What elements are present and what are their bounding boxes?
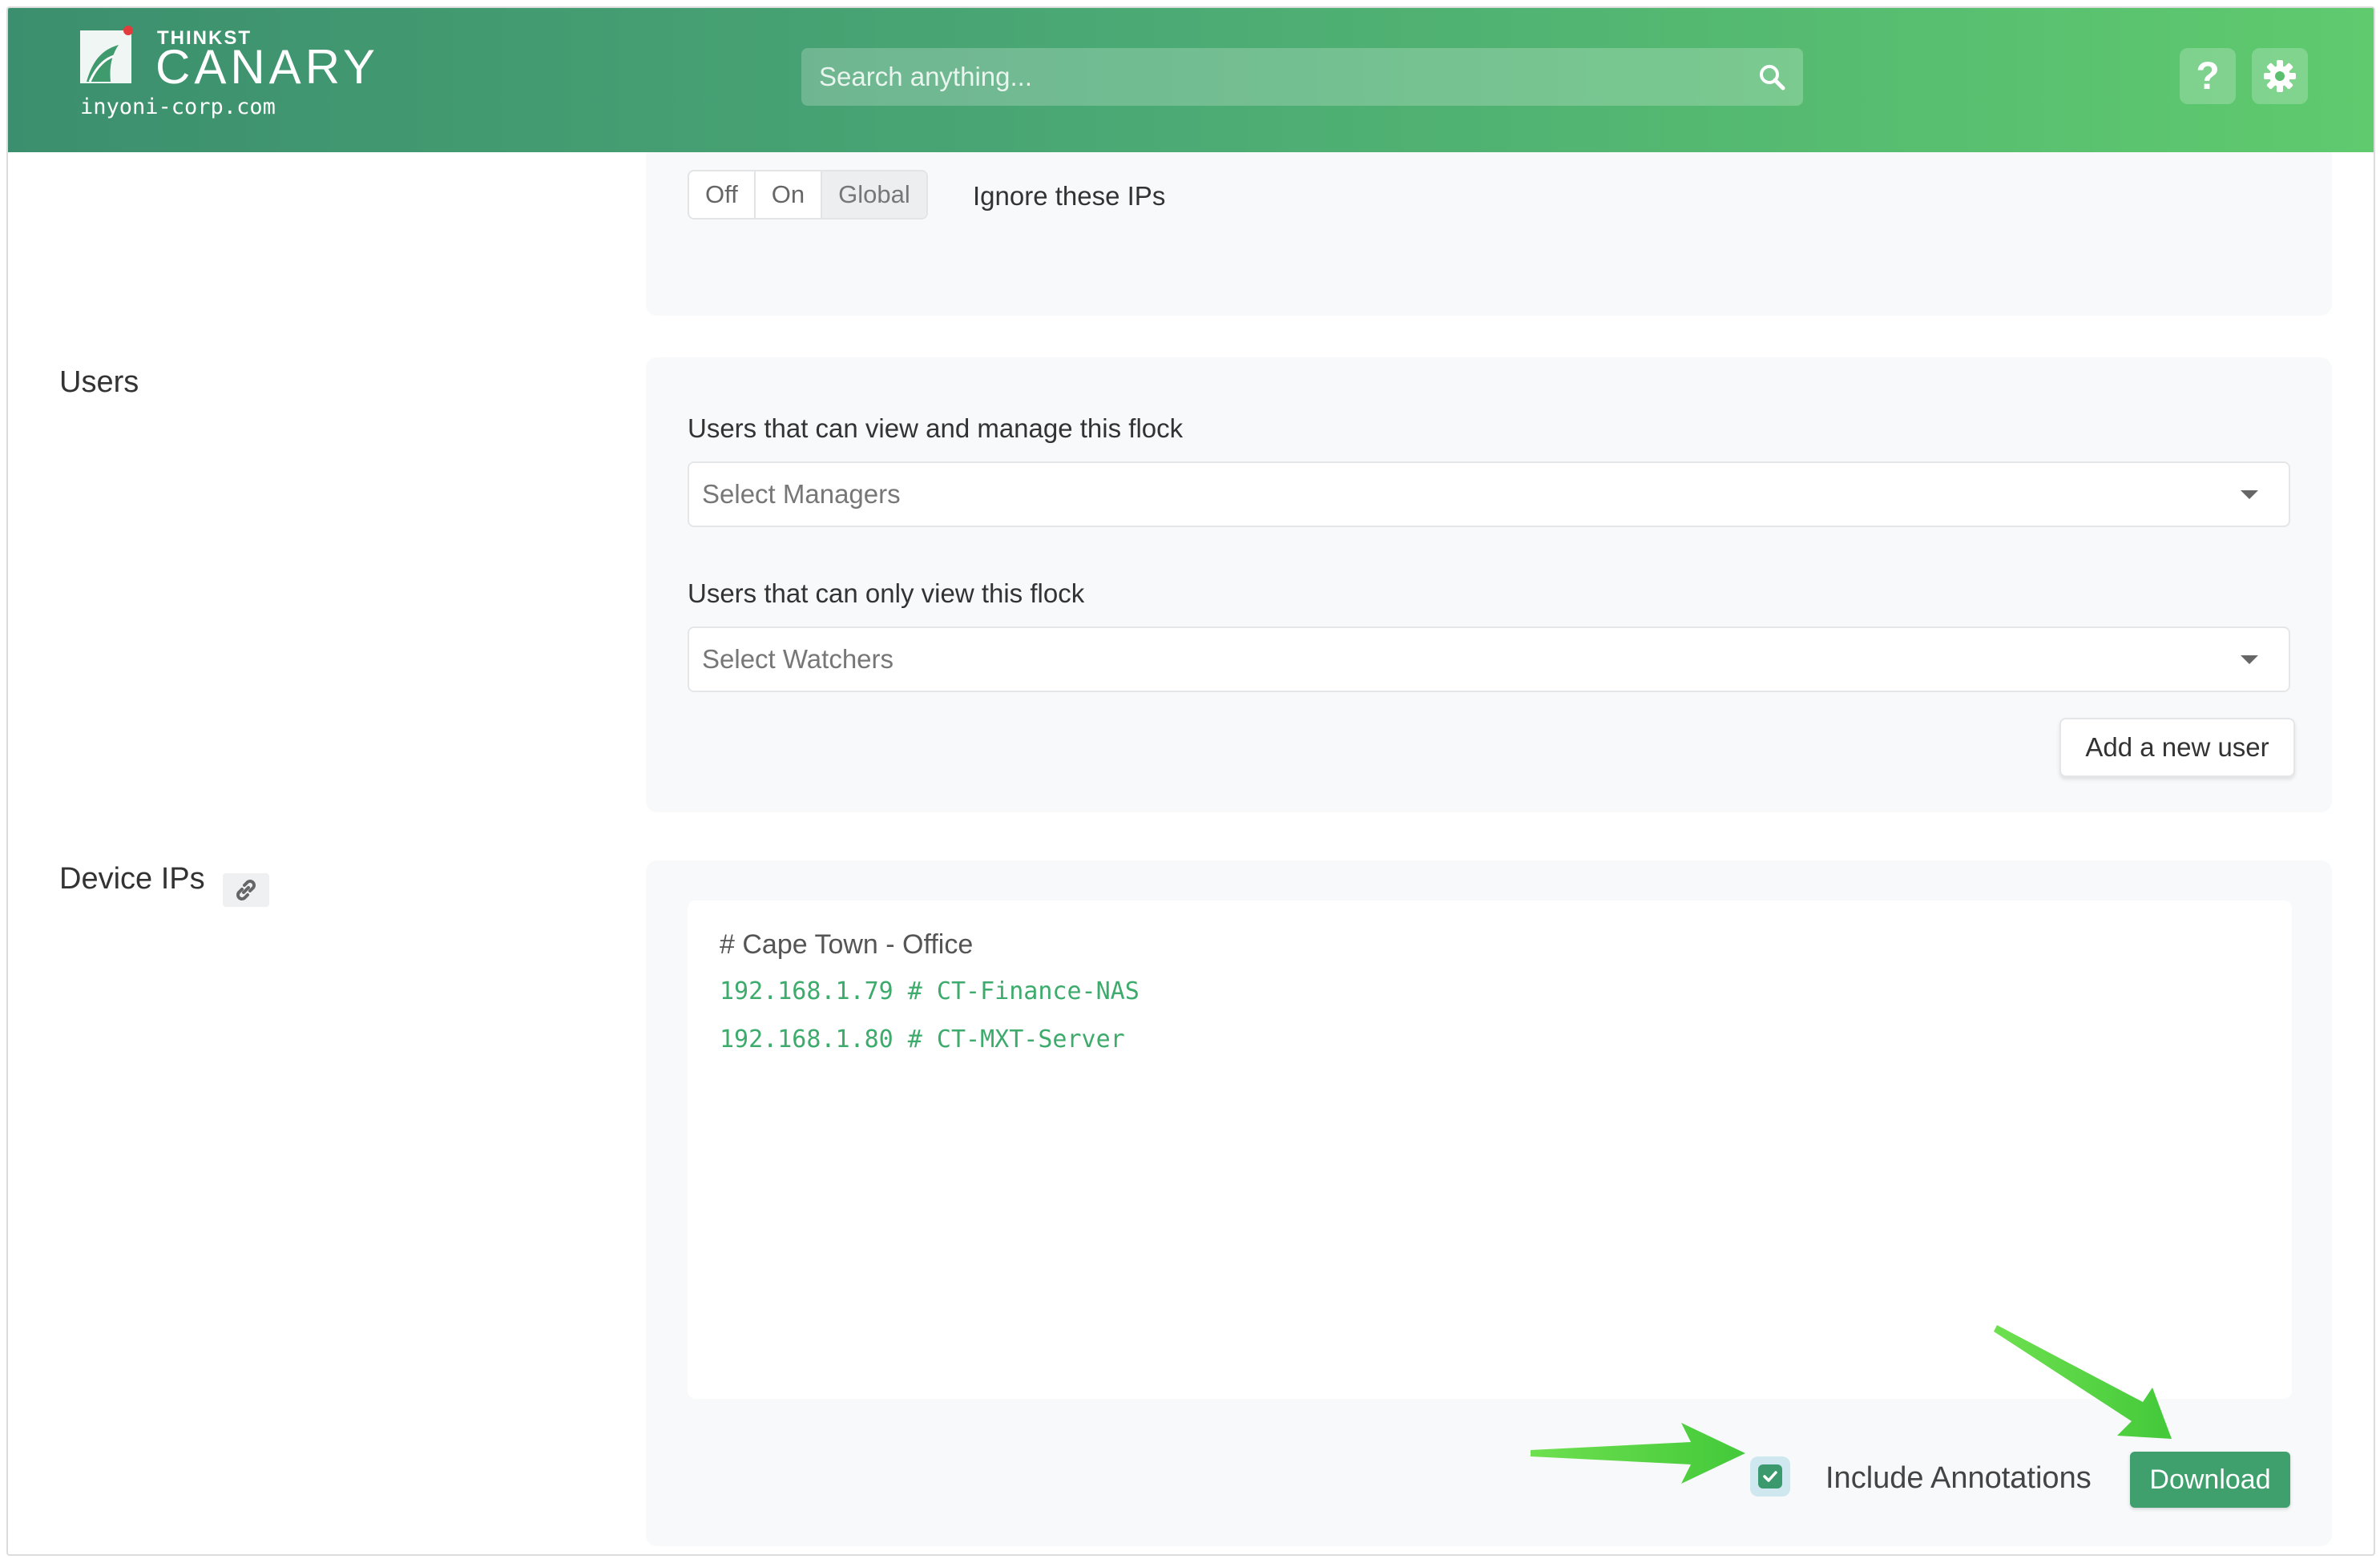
watchers-label: Users that can only view this flock: [688, 578, 1085, 608]
checkmark-icon: [1763, 1471, 1777, 1482]
settings-button[interactable]: [2252, 48, 2308, 104]
copy-link-button[interactable]: [223, 873, 269, 907]
managers-placeholder: Select Managers: [702, 479, 901, 509]
gear-icon: [2264, 60, 2296, 92]
device-ips-editor[interactable]: # Cape Town - Office 192.168.1.79 # CT-F…: [688, 900, 2292, 1399]
toggle-option-off[interactable]: Off: [689, 171, 756, 218]
watchers-placeholder: Select Watchers: [702, 644, 894, 674]
help-button[interactable]: ?: [2180, 48, 2236, 104]
managers-select[interactable]: Select Managers: [688, 461, 2290, 527]
console-domain: inyoni-corp.com: [80, 95, 276, 119]
device-ips-card: # Cape Town - Office 192.168.1.79 # CT-F…: [646, 860, 2332, 1546]
chevron-down-icon: [2241, 655, 2258, 664]
managers-label: Users that can view and manage this floc…: [688, 413, 1184, 443]
watchers-select[interactable]: Select Watchers: [688, 626, 2290, 692]
search-bar[interactable]: [801, 48, 1803, 106]
add-user-button[interactable]: Add a new user: [2059, 718, 2295, 777]
brand-title: CANARY: [155, 40, 379, 94]
toggle-option-on[interactable]: On: [756, 171, 823, 218]
users-card: Users that can view and manage this floc…: [646, 357, 2332, 812]
top-header: THINKST CANARY inyoni-corp.com ?: [8, 8, 2374, 152]
users-section-title: Users: [59, 365, 139, 399]
download-button[interactable]: Download: [2130, 1452, 2290, 1508]
app-window: THINKST CANARY inyoni-corp.com ?: [6, 6, 2375, 1556]
ignore-ips-toggle[interactable]: Off On Global: [688, 170, 928, 220]
device-ips-section-title: Device IPs: [59, 862, 205, 896]
link-icon: [236, 880, 256, 900]
ignore-ips-card: Off On Global Ignore these IPs: [646, 152, 2332, 316]
ip-group-comment: # Cape Town - Office: [720, 929, 974, 960]
search-icon[interactable]: [1757, 62, 1787, 92]
canary-logo-icon: [80, 26, 133, 83]
chevron-down-icon: [2241, 490, 2258, 499]
search-input[interactable]: [817, 61, 1757, 93]
help-icon: ?: [2196, 54, 2220, 98]
ip-entry: 192.168.1.80 # CT-MXT-Server: [720, 1025, 1125, 1053]
include-annotations-checkbox[interactable]: [1750, 1456, 1790, 1497]
toggle-option-global[interactable]: Global: [822, 171, 926, 218]
ip-entry: 192.168.1.79 # CT-Finance-NAS: [720, 977, 1140, 1005]
ignore-ips-label: Ignore these IPs: [973, 181, 1166, 211]
include-annotations-label: Include Annotations: [1825, 1461, 2092, 1495]
